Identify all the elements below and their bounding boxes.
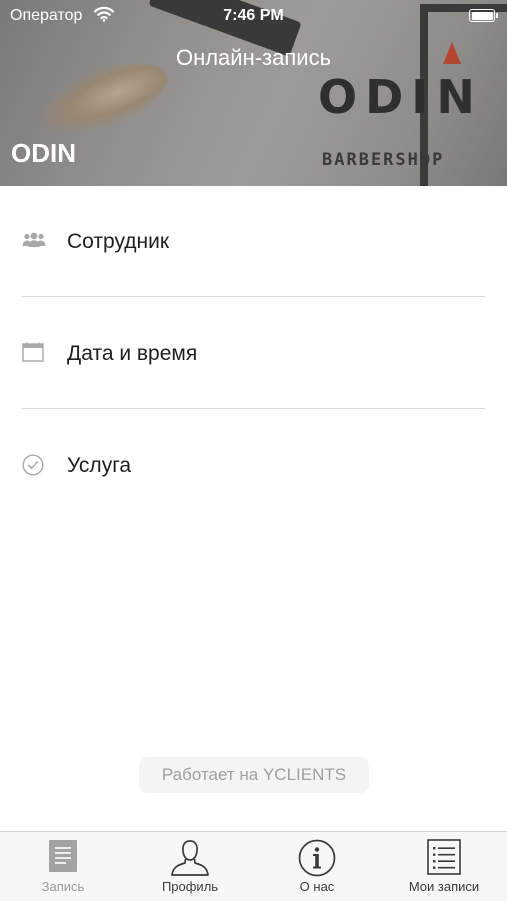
brand-logo: ODIN — [318, 70, 483, 124]
menu-item-label: Услуга — [67, 454, 132, 477]
header-banner: ODIN BARBERSHOP Оператор 7:46 PM Онлайн-… — [0, 0, 507, 186]
tab-about[interactable]: О нас — [254, 832, 380, 901]
menu-item-service[interactable]: Услуга — [0, 409, 507, 520]
list-icon — [427, 839, 461, 875]
tab-label: О нас — [299, 879, 335, 894]
company-name: ODIN — [11, 138, 76, 168]
info-icon — [298, 839, 336, 877]
checkmark-circle-icon — [22, 454, 44, 481]
page-title: Онлайн-запись — [175, 45, 332, 70]
tab-label: Запись — [41, 879, 85, 894]
tab-booking[interactable]: Запись — [0, 832, 126, 901]
menu-item-label: Сотрудник — [67, 230, 170, 253]
tab-label: Мои записи — [408, 879, 480, 894]
staff-icon — [22, 232, 46, 253]
brand-logo-subtext: BARBERSHOP — [322, 150, 445, 170]
menu-item-datetime[interactable]: Дата и время — [0, 297, 507, 408]
tab-my-bookings[interactable]: Мои записи — [381, 832, 507, 901]
tab-profile[interactable]: Профиль — [127, 832, 253, 901]
tab-label: Профиль — [161, 879, 219, 894]
menu-item-staff[interactable]: Сотрудник — [0, 186, 507, 297]
person-icon — [171, 840, 209, 876]
menu-item-label: Дата и время — [67, 342, 198, 365]
status-bar: Оператор 7:46 PM — [0, 0, 507, 32]
powered-by-badge[interactable]: Работает на YCLIENTS — [139, 757, 369, 793]
battery-icon — [469, 9, 498, 22]
tab-bar: Запись Профиль О нас Мои записи — [0, 831, 507, 901]
calendar-icon — [22, 342, 44, 367]
clock: 7:46 PM — [223, 7, 284, 24]
document-icon — [49, 840, 77, 872]
